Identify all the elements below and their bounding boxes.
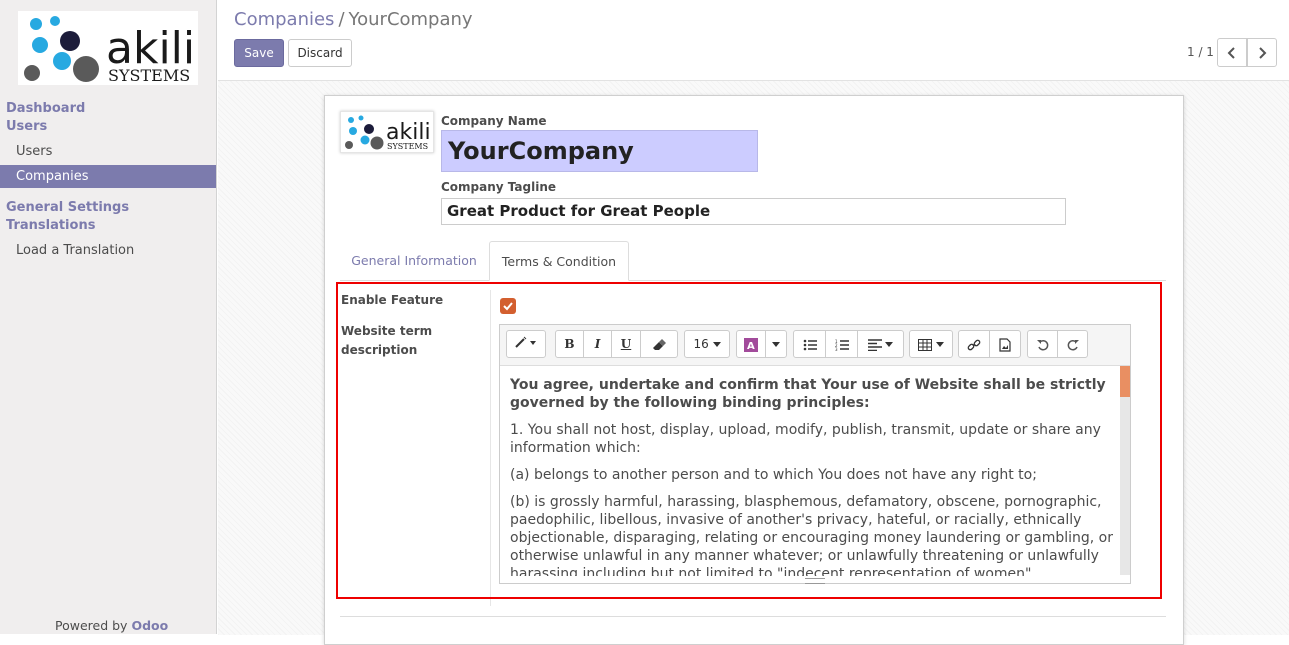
svg-text:SYSTEMS: SYSTEMS: [108, 66, 190, 85]
menu-head-users[interactable]: Users: [6, 119, 47, 134]
chevron-right-icon: [1259, 46, 1267, 59]
save-button[interactable]: Save: [234, 39, 284, 67]
sidebar: akili SYSTEMS Dashboard Users Users Comp…: [0, 0, 217, 634]
sidebar-item-load-translation[interactable]: Load a Translation: [0, 239, 216, 262]
sidebar-item-users[interactable]: Users: [0, 140, 216, 163]
menu-head-general-settings[interactable]: General Settings: [6, 200, 129, 215]
pager-previous-button[interactable]: [1217, 38, 1247, 67]
menu-head-dashboard[interactable]: Dashboard: [6, 101, 85, 116]
company-name-input[interactable]: YourCompany: [441, 130, 758, 172]
sheet-bottom-divider: [340, 616, 1166, 617]
menu-head-translations[interactable]: Translations: [6, 218, 95, 233]
company-name-label: Company Name: [441, 114, 547, 128]
highlight-box: [336, 282, 1162, 599]
sidebar-item-companies[interactable]: Companies: [0, 165, 216, 188]
pager-value[interactable]: 1 / 1: [1187, 45, 1214, 59]
powered-by-prefix: Powered by: [55, 618, 128, 633]
breadcrumb: Companies / YourCompany: [234, 9, 473, 30]
breadcrumb-current: YourCompany: [348, 9, 473, 30]
chevron-left-icon: [1227, 46, 1235, 59]
company-tagline-label: Company Tagline: [441, 180, 557, 194]
breadcrumb-separator: /: [338, 9, 345, 30]
company-logo-field[interactable]: akili SYSTEMS: [340, 111, 434, 153]
akili-logo-icon: akili SYSTEMS: [345, 115, 431, 151]
pager-next-button[interactable]: [1247, 38, 1277, 67]
akili-logo-icon: akili SYSTEMS: [24, 16, 195, 85]
powered-by: Powered by Odoo: [55, 618, 168, 633]
tab-general-information[interactable]: General Information: [344, 241, 484, 281]
breadcrumb-companies[interactable]: Companies: [234, 9, 334, 30]
discard-button[interactable]: Discard: [288, 39, 352, 67]
company-tagline-input[interactable]: Great Product for Great People: [441, 198, 1066, 225]
odoo-link[interactable]: Odoo: [131, 618, 168, 633]
svg-text:SYSTEMS: SYSTEMS: [387, 142, 428, 151]
tab-terms-condition[interactable]: Terms & Condition: [489, 241, 629, 281]
company-logo[interactable]: akili SYSTEMS: [18, 11, 198, 85]
